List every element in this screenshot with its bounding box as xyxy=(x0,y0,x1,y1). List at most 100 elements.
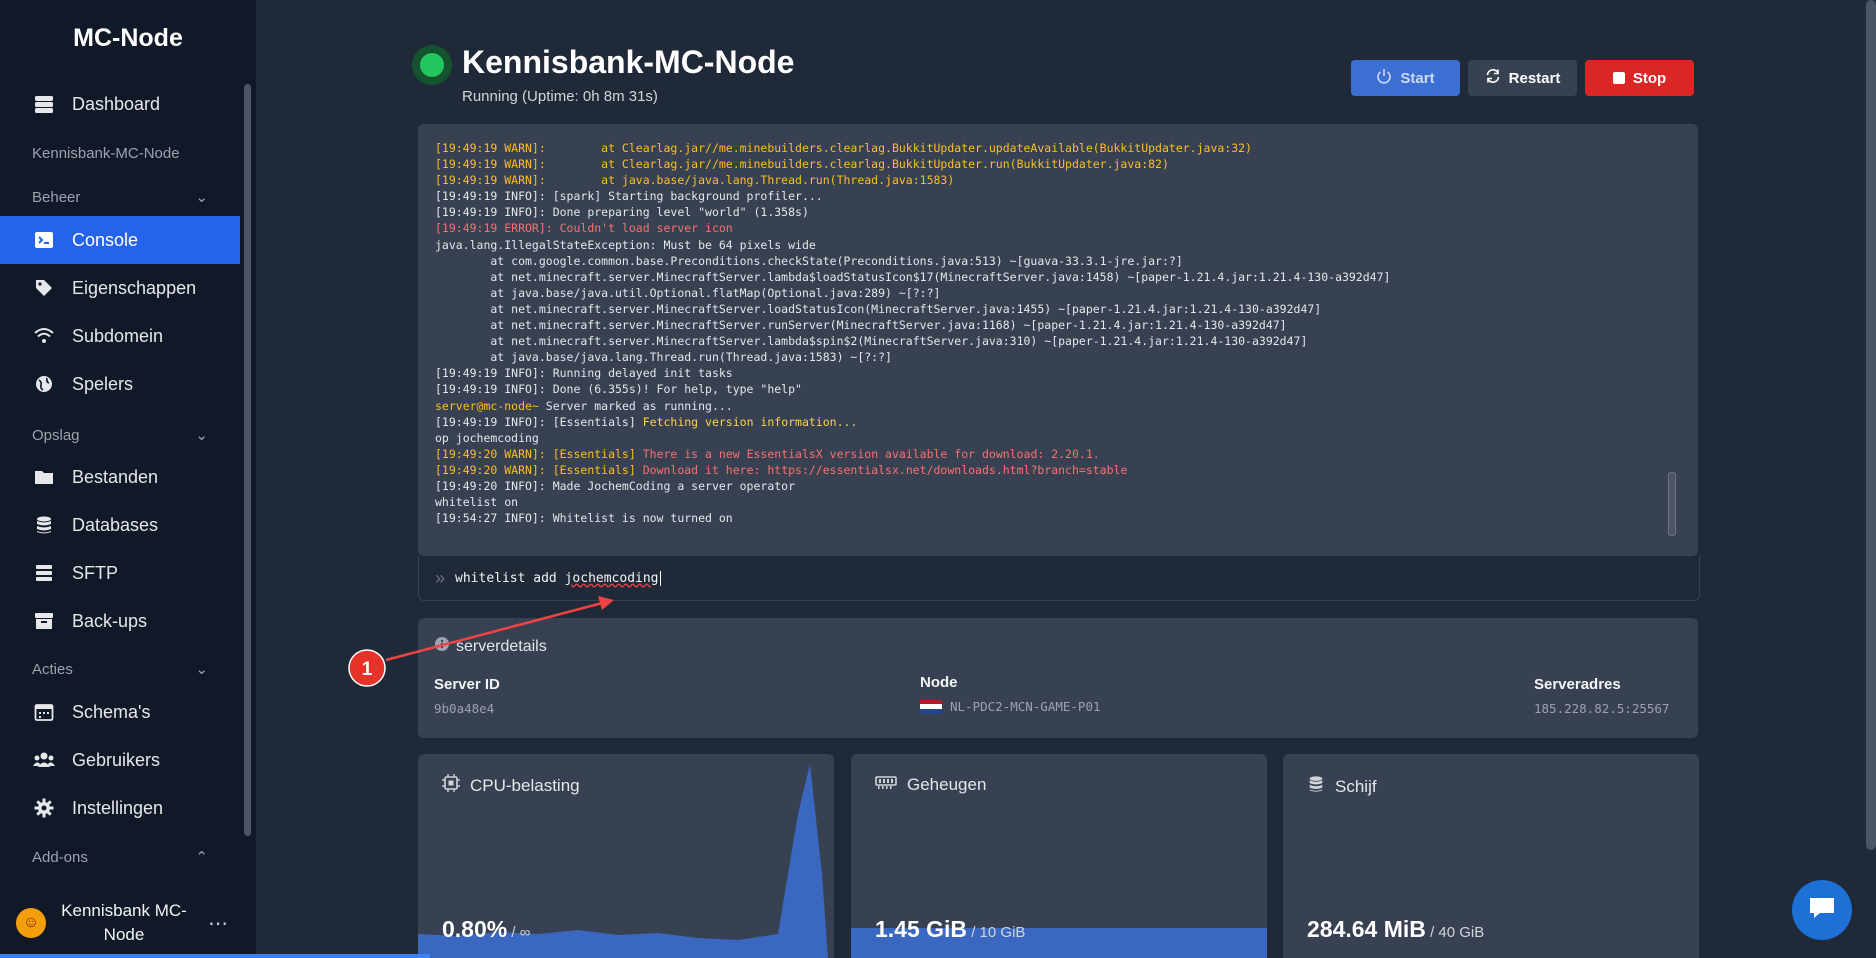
start-label: Start xyxy=(1400,69,1435,87)
user-name: Kennisbank MC- Node xyxy=(54,899,194,947)
sidebar-item-schemas[interactable]: Schema's xyxy=(0,688,240,736)
cpu-value: 0.80% / ∞ xyxy=(442,916,530,943)
section-acties[interactable]: Acties ⌄ xyxy=(32,660,208,679)
status-indicator xyxy=(412,45,452,85)
memory-title-text: Geheugen xyxy=(907,774,987,794)
server-id-label: Server ID xyxy=(434,676,500,693)
chat-button[interactable] xyxy=(1792,880,1852,940)
sidebar-item-label: Databases xyxy=(72,514,159,535)
section-addons[interactable]: Add-ons ⌃ xyxy=(32,848,208,867)
console-scrollbar[interactable] xyxy=(1668,472,1676,536)
sidebar-item-databases[interactable]: Databases xyxy=(0,501,240,549)
sidebar-item-eigenschappen[interactable]: Eigenschappen xyxy=(0,264,240,312)
console-log: [19:49:19 WARN]: at Clearlag.jar//me.min… xyxy=(435,140,1675,526)
console-line-text: at net.minecraft.server.MinecraftServer.… xyxy=(435,318,1287,333)
node-field: Node NL-PDC2-MCN-GAME-P01 xyxy=(920,674,1101,714)
console-line-highlight: There is a new EssentialsX version avail… xyxy=(642,446,1100,461)
chevrons-right-icon: » xyxy=(435,567,446,588)
cpu-limit: / ∞ xyxy=(507,924,531,941)
sidebar-item-label: Console xyxy=(72,229,139,250)
globe-icon xyxy=(32,372,56,396)
sidebar-item-spelers[interactable]: Spelers xyxy=(0,360,240,408)
console-prompt: server@mc-node~ xyxy=(435,398,539,413)
command-input[interactable]: whitelist add jochemcoding xyxy=(455,570,1655,586)
console-line-text: [19:49:19 INFO]: [spark] Starting backgr… xyxy=(435,189,823,204)
console-line: op jochemcoding xyxy=(435,430,1675,446)
console-line: at com.google.common.base.Preconditions.… xyxy=(435,253,1675,269)
console-line-text: [19:49:19 INFO]: Done (6.355s)! For help… xyxy=(435,382,802,397)
users-icon xyxy=(32,748,56,772)
console-line: at net.minecraft.server.MinecraftServer.… xyxy=(435,301,1675,317)
disk-value-text: 284.64 MiB xyxy=(1307,916,1426,942)
memory-title: Geheugen xyxy=(875,774,986,795)
console-line: at java.base/java.lang.Thread.run(Thread… xyxy=(435,349,1675,365)
console-line: [19:49:19 WARN]: at java.base/java.lang.… xyxy=(435,172,1675,188)
console-line: [19:49:19 INFO]: Done preparing level "w… xyxy=(435,204,1675,220)
page-scrollbar[interactable] xyxy=(1866,0,1876,850)
console-line: java.lang.IllegalStateException: Must be… xyxy=(435,237,1675,253)
memory-card: Geheugen 1.45 GiB / 10 GiB xyxy=(851,754,1267,958)
memory-icon xyxy=(875,774,897,795)
server-id-value: 9b0a48e4 xyxy=(434,701,495,716)
section-label: Add-ons xyxy=(32,848,88,866)
database-icon xyxy=(32,513,56,537)
folder-icon xyxy=(32,465,56,489)
restart-button[interactable]: Restart xyxy=(1468,60,1577,96)
console-line: [19:49:20 WARN]: [Essentials] Download i… xyxy=(435,462,1675,478)
console-line: at net.minecraft.server.MinecraftServer.… xyxy=(435,269,1675,285)
start-button[interactable]: Start xyxy=(1351,60,1460,96)
sidebar-item-bestanden[interactable]: Bestanden xyxy=(0,453,240,501)
console-line: [19:49:20 INFO]: Made JochemCoding a ser… xyxy=(435,478,1675,494)
node-name: NL-PDC2-MCN-GAME-P01 xyxy=(950,699,1101,714)
console-line-text: at net.minecraft.server.MinecraftServer.… xyxy=(435,301,1322,316)
command-text-misspelled: jochemcoding xyxy=(564,570,659,586)
section-beheer[interactable]: Beheer ⌄ xyxy=(32,188,208,207)
section-opslag[interactable]: Opslag ⌄ xyxy=(32,426,208,445)
console-line: [19:49:19 INFO]: Running delayed init ta… xyxy=(435,365,1675,381)
sidebar-item-sftp[interactable]: SFTP xyxy=(0,549,240,597)
console-line-text: at net.minecraft.server.MinecraftServer.… xyxy=(435,334,1308,349)
cpu-value-text: 0.80% xyxy=(442,916,508,942)
sidebar-scrollbar[interactable] xyxy=(244,84,251,836)
disk-title-text: Schijf xyxy=(1335,776,1377,796)
console-line: at java.base/java.util.Optional.flatMap(… xyxy=(435,285,1675,301)
address-label: Serveradres xyxy=(1534,676,1621,693)
cpu-title: CPU-belasting xyxy=(442,774,580,797)
stop-button[interactable]: Stop xyxy=(1585,60,1694,96)
console-line-text: [19:54:27 INFO]: Whitelist is now turned… xyxy=(435,511,733,526)
console-line-text: [19:49:19 INFO]: Done preparing level "w… xyxy=(435,205,809,220)
details-title: serverdetails xyxy=(434,636,547,657)
loading-bar xyxy=(0,954,430,958)
brand-title: MC-Node xyxy=(73,24,183,52)
sidebar: MC-Node Dashboard Kennisbank-MC-Node Beh… xyxy=(0,0,256,958)
sidebar-item-label: Spelers xyxy=(72,373,134,394)
chevron-down-icon: ⌄ xyxy=(195,189,208,206)
console-line-text: [19:49:19 WARN]: at Clearlag.jar//me.min… xyxy=(435,141,1252,155)
console-line: at net.minecraft.server.MinecraftServer.… xyxy=(435,333,1675,349)
archive-icon xyxy=(32,609,56,633)
console-line-text: at net.minecraft.server.MinecraftServer.… xyxy=(435,269,1391,284)
memory-value-text: 1.45 GiB xyxy=(875,916,968,942)
console-line-text: [19:49:19 INFO]: Running delayed init ta… xyxy=(435,366,733,381)
more-options-icon[interactable]: ⋯ xyxy=(208,911,228,936)
sidebar-item-gebruikers[interactable]: Gebruikers xyxy=(0,736,240,784)
server-status: Running (Uptime: 0h 8m 31s) xyxy=(462,88,658,105)
console-line-text: [19:49:20 INFO]: Made JochemCoding a ser… xyxy=(435,478,796,493)
stop-icon xyxy=(1612,72,1625,84)
sidebar-item-instellingen[interactable]: Instellingen xyxy=(0,784,240,832)
sidebar-item-backups[interactable]: Back-ups xyxy=(0,597,240,645)
section-label: Beheer xyxy=(32,188,81,206)
sidebar-item-console[interactable]: Console xyxy=(0,216,240,264)
console-output[interactable]: [19:49:19 WARN]: at Clearlag.jar//me.min… xyxy=(418,124,1698,556)
console-line-highlight: Fetching version information... xyxy=(642,414,858,429)
command-bar: » whitelist add jochemcoding xyxy=(418,556,1700,601)
user-menu[interactable]: ☺ Kennisbank MC- Node ⋯ xyxy=(0,888,256,958)
address-value[interactable]: 185.228.82.5:25567 xyxy=(1534,701,1669,716)
calendar-icon xyxy=(32,700,56,724)
sidebar-item-subdomein[interactable]: Subdomein xyxy=(0,312,240,360)
server-stack-icon xyxy=(32,92,56,116)
command-text: whitelist add xyxy=(455,570,565,586)
chevron-up-icon: ⌃ xyxy=(195,849,208,866)
sidebar-item-dashboard[interactable]: Dashboard xyxy=(0,80,240,128)
layers-icon xyxy=(32,561,56,585)
